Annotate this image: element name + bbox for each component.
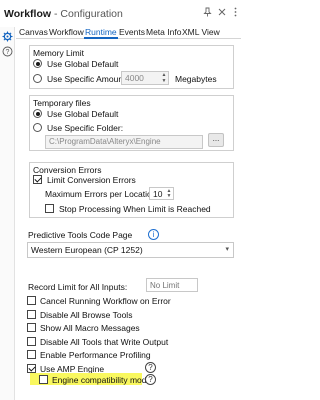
temp-folder-browse-button[interactable]: ... — [208, 133, 224, 147]
more-icon[interactable] — [230, 7, 241, 19]
help-circle-icon[interactable]: ? — [2, 46, 13, 57]
memory-use-global-radio[interactable] — [33, 59, 42, 68]
help-circle-icon[interactable]: ? — [145, 374, 156, 385]
engine-compat-mode-label: Engine compatibility mode — [52, 375, 152, 385]
panel-title: Workflow - Configuration — [4, 8, 123, 20]
temp-files-title: Temporary files — [33, 98, 91, 108]
predictive-code-page-label: Predictive Tools Code Page — [28, 230, 133, 240]
pin-icon[interactable] — [202, 7, 213, 19]
chevron-down-icon: ▾ — [225, 246, 229, 253]
limit-conversion-errors-checkbox[interactable] — [33, 175, 42, 184]
show-macro-messages-checkbox[interactable] — [27, 323, 36, 332]
record-limit-input[interactable] — [146, 278, 198, 292]
gear-icon[interactable] — [2, 31, 13, 42]
tab-runtime[interactable]: Runtime — [84, 27, 118, 39]
panel-title-main: Workflow — [4, 8, 52, 20]
predictive-code-page-select[interactable]: Western European (CP 1252) ▾ — [27, 242, 234, 258]
svg-text:?: ? — [6, 49, 10, 56]
temp-use-global-radio[interactable] — [33, 109, 42, 118]
temp-files-group: Temporary files Use Global Default Use S… — [29, 95, 234, 151]
stepper-down-icon[interactable]: ▼ — [161, 79, 167, 84]
temp-folder-input[interactable]: C:\ProgramData\Alteryx\Engine — [45, 135, 203, 149]
panel-title-sub: - Configuration — [51, 8, 123, 20]
panel-header: Workflow - Configuration — [0, 0, 241, 27]
conversion-errors-group: Conversion Errors Limit Conversion Error… — [29, 162, 234, 218]
max-errors-value: 10 — [153, 189, 163, 199]
memory-amount-value: 4000 — [125, 73, 144, 83]
info-icon[interactable]: i — [148, 229, 159, 240]
disable-write-output-label: Disable All Tools that Write Output — [40, 337, 169, 347]
stop-processing-checkbox[interactable] — [45, 204, 54, 213]
stop-processing-label: Stop Processing When Limit is Reached — [59, 204, 211, 214]
temp-use-specific-label: Use Specific Folder: — [47, 123, 124, 133]
show-macro-messages-label: Show All Macro Messages — [40, 323, 140, 333]
memory-amount-stepper[interactable]: 4000 ▲ ▼ — [121, 71, 169, 85]
max-errors-stepper[interactable]: 10 ▲ ▼ — [149, 187, 174, 200]
memory-limit-group: Memory Limit Use Global Default Use Spec… — [29, 45, 234, 89]
predictive-code-page-value: Western European (CP 1252) — [31, 245, 143, 255]
tab-workflow[interactable]: Workflow — [49, 27, 84, 37]
tab-canvas[interactable]: Canvas — [19, 27, 48, 37]
disable-browse-label: Disable All Browse Tools — [40, 310, 133, 320]
record-limit-label: Record Limit for All Inputs: — [28, 282, 128, 292]
cancel-on-error-label: Cancel Running Workflow on Error — [40, 296, 171, 306]
limit-conversion-errors-label: Limit Conversion Errors — [47, 175, 136, 185]
use-amp-engine-checkbox[interactable] — [27, 364, 36, 373]
disable-browse-checkbox[interactable] — [27, 310, 36, 319]
conversion-errors-title: Conversion Errors — [33, 165, 102, 175]
tab-bar: Canvas Workflow Runtime Events Meta Info… — [16, 27, 241, 39]
memory-unit-label: Megabytes — [175, 74, 217, 84]
tab-xml-view[interactable]: XML View — [182, 27, 220, 37]
performance-profiling-checkbox[interactable] — [27, 350, 36, 359]
engine-compat-mode-checkbox[interactable] — [39, 375, 48, 384]
close-icon[interactable] — [216, 7, 227, 19]
tab-events[interactable]: Events — [119, 27, 145, 37]
cancel-on-error-checkbox[interactable] — [27, 296, 36, 305]
memory-use-global-label: Use Global Default — [47, 59, 119, 69]
memory-use-specific-radio[interactable] — [33, 74, 42, 83]
temp-use-global-label: Use Global Default — [47, 109, 119, 119]
side-rail: ? — [0, 27, 15, 400]
help-circle-icon[interactable]: ? — [145, 362, 156, 373]
temp-use-specific-radio[interactable] — [33, 123, 42, 132]
performance-profiling-label: Enable Performance Profiling — [40, 350, 151, 360]
memory-use-specific-label: Use Specific Amount: — [47, 74, 128, 84]
disable-write-output-checkbox[interactable] — [27, 337, 36, 346]
memory-limit-title: Memory Limit — [33, 48, 85, 58]
max-errors-label: Maximum Errors per Location: — [45, 189, 159, 199]
tab-meta-info[interactable]: Meta Info — [146, 27, 181, 37]
stepper-down-icon[interactable]: ▼ — [166, 194, 172, 199]
